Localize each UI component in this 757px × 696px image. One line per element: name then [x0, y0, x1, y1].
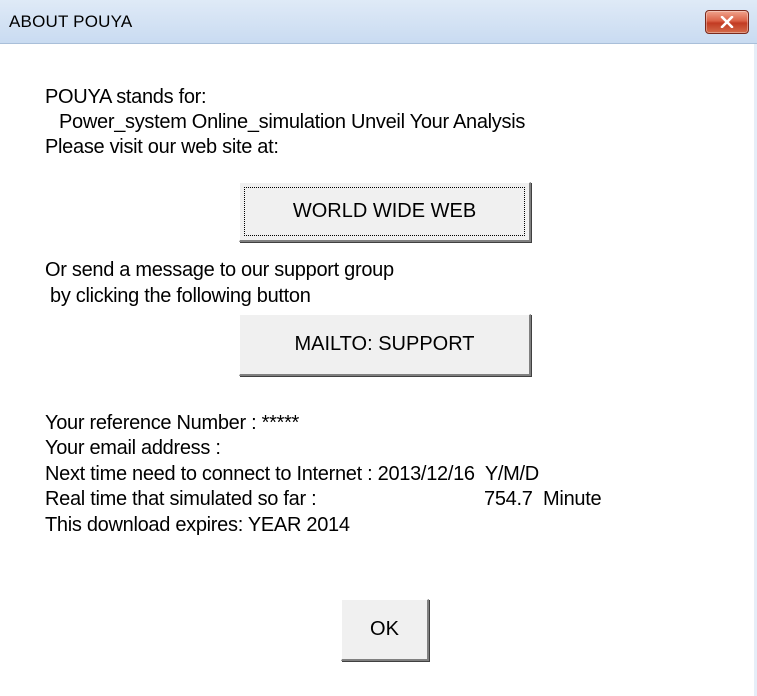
title-bar[interactable]: ABOUT POUYA — [0, 0, 757, 44]
reference-number: Your reference Number : ***** — [45, 412, 300, 434]
close-button[interactable] — [705, 10, 749, 34]
focus-ring — [244, 187, 525, 236]
support-message-text: Or send a message to our support group — [45, 259, 394, 281]
acronym-expansion: Power_system Online_simulation Unveil Yo… — [59, 111, 526, 133]
mailto-support-button[interactable]: MAILTO: SUPPORT — [239, 314, 531, 376]
about-dialog: ABOUT POUYA POUYA stands for: Power_syst… — [0, 0, 757, 696]
simulated-time-value: 754.7 Minute — [484, 488, 602, 510]
next-connect-date: Next time need to connect to Internet : … — [45, 463, 539, 485]
ok-button-label: OK — [370, 618, 399, 640]
mailto-support-button-label: MAILTO: SUPPORT — [294, 333, 475, 355]
dialog-content: POUYA stands for: Power_system Online_si… — [0, 44, 757, 696]
expiry-text: This download expires: YEAR 2014 — [45, 514, 350, 536]
click-button-text: by clicking the following button — [50, 285, 311, 307]
ok-button[interactable]: OK — [341, 599, 429, 661]
window-title: ABOUT POUYA — [9, 12, 133, 31]
close-icon — [720, 16, 734, 28]
visit-website-text: Please visit our web site at: — [45, 136, 279, 158]
intro-text: POUYA stands for: — [45, 86, 207, 108]
simulated-time-label: Real time that simulated so far : — [45, 488, 317, 510]
email-address: Your email address : — [45, 437, 221, 459]
world-wide-web-button[interactable]: WORLD WIDE WEB — [239, 182, 531, 242]
